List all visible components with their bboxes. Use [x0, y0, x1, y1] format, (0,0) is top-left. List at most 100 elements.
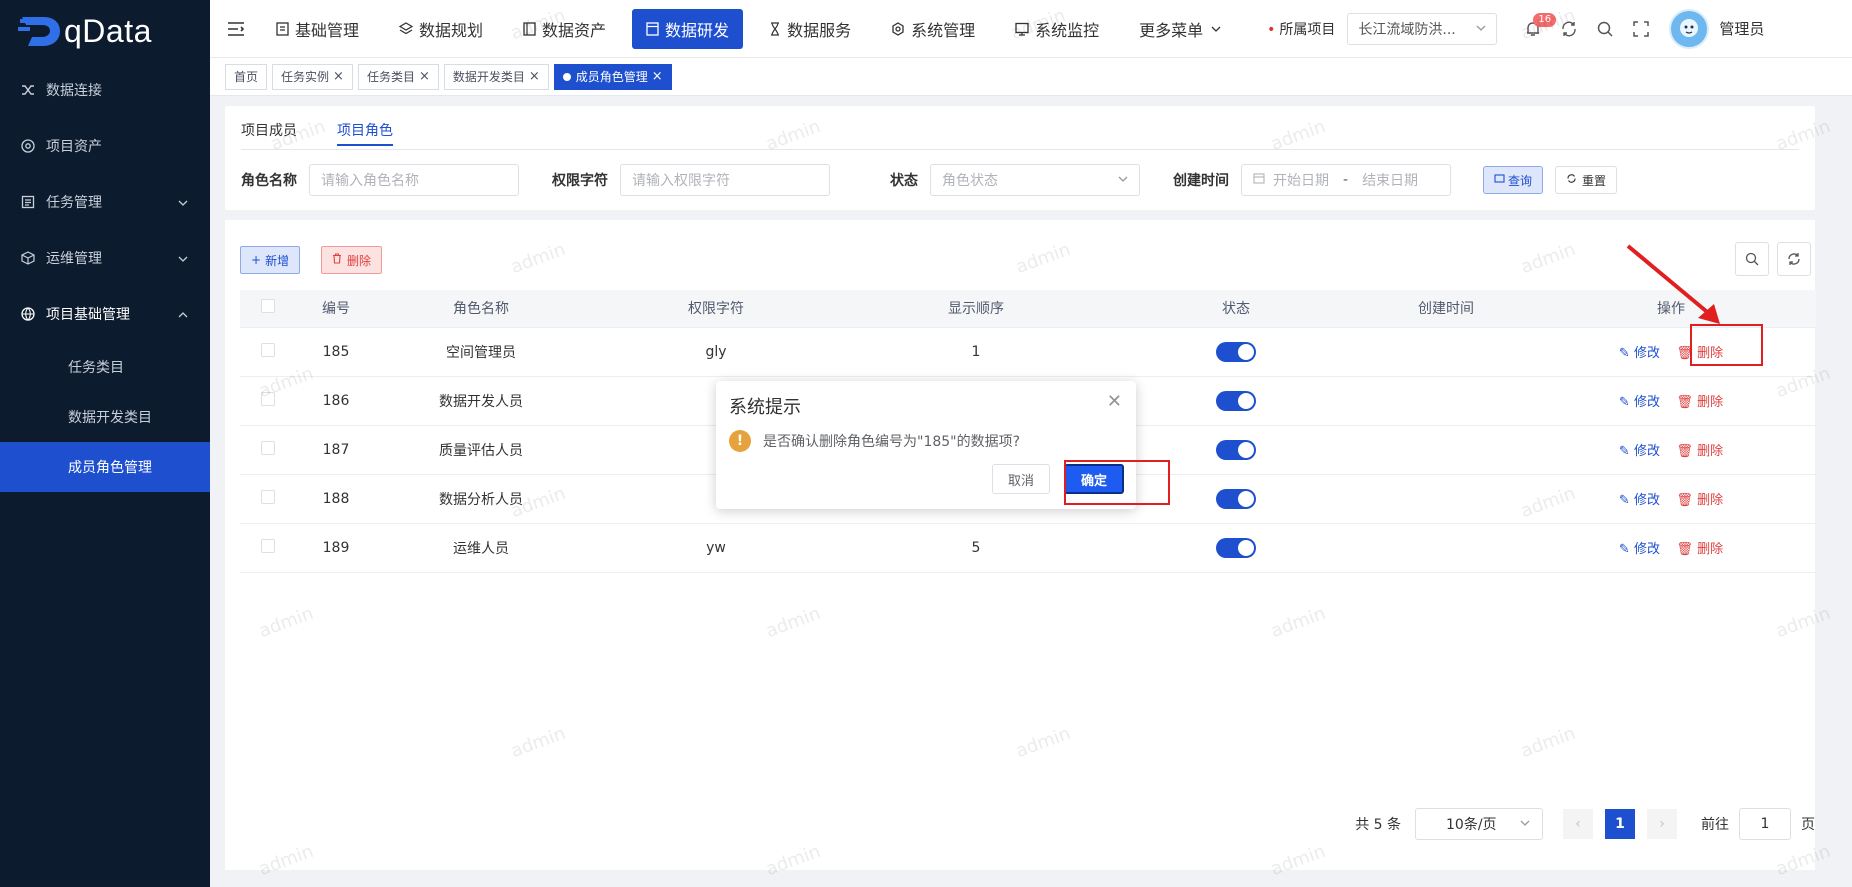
cell-create-time — [1366, 376, 1526, 426]
sidebar-subitem-dev-category[interactable]: 数据开发类目 — [0, 392, 210, 442]
row-checkbox[interactable] — [261, 342, 275, 357]
nav-tab-data-services[interactable]: 数据服务 — [755, 9, 865, 49]
status-switch[interactable] — [1216, 341, 1256, 362]
next-page-button[interactable]: › — [1647, 809, 1677, 839]
page-number-current[interactable]: 1 — [1605, 809, 1635, 839]
perm-label: 权限字符 — [552, 173, 608, 189]
delete-link[interactable]: 🗑 删除 — [1676, 444, 1723, 459]
nav-tab-system-monitor[interactable]: 系统监控 — [1001, 9, 1113, 49]
sidebar-subitem-member-roles[interactable]: 成员角色管理 — [0, 442, 210, 492]
logo[interactable]: qData — [0, 0, 210, 62]
perm-input[interactable]: 请输入权限字符 — [620, 164, 830, 196]
nav-tab-data-assets[interactable]: 数据资产 — [509, 9, 620, 49]
close-icon[interactable]: × — [652, 69, 663, 84]
tab-project-members[interactable]: 项目成员 — [241, 116, 297, 146]
edit-icon: ✎ — [1618, 493, 1630, 508]
delete-link[interactable]: 🗑 删除 — [1676, 542, 1723, 557]
row-checkbox[interactable] — [261, 489, 275, 504]
delete-label: 删除 — [1697, 493, 1724, 508]
goto-page-input[interactable]: 1 — [1739, 808, 1791, 840]
edit-link[interactable]: ✎ 修改 — [1619, 444, 1660, 459]
select-all-checkbox[interactable] — [261, 299, 275, 314]
nav-tab-data-development[interactable]: 数据研发 — [632, 8, 744, 49]
tab-project-roles[interactable]: 项目角色 — [337, 116, 393, 146]
globe-icon — [20, 306, 36, 322]
add-button[interactable]: + 新增 — [240, 246, 301, 274]
trash-icon: 🗑 — [1676, 444, 1693, 459]
delete-button[interactable]: 删除 — [321, 246, 383, 274]
cancel-button[interactable]: 取消 — [992, 464, 1051, 494]
cell-create-time — [1366, 523, 1526, 573]
tag-home[interactable]: 首页 — [225, 63, 268, 90]
edit-link[interactable]: ✎ 修改 — [1619, 395, 1660, 410]
cell-status — [1106, 425, 1366, 475]
confirm-button[interactable]: 确定 — [1064, 464, 1125, 494]
tag-dev-category[interactable]: 数据开发类目 × — [443, 63, 549, 90]
edit-label: 修改 — [1633, 493, 1660, 508]
project-label-text: 所属项目 — [1279, 21, 1336, 38]
close-icon[interactable]: × — [419, 69, 430, 84]
page-size-select[interactable]: 10条/页 — [1415, 808, 1543, 840]
close-icon[interactable]: × — [529, 69, 540, 84]
row-select-cell — [240, 425, 296, 475]
nav-tab-system-management[interactable]: 系统管理 — [877, 9, 989, 49]
reset-button[interactable]: 重置 — [1555, 166, 1618, 194]
calendar-icon — [1253, 172, 1265, 188]
nav-tab-more-menu[interactable]: 更多菜单 — [1125, 9, 1235, 49]
notification-bell[interactable]: 16 — [1515, 11, 1557, 47]
tag-task-instance[interactable]: 任务实例 × — [272, 63, 353, 90]
chevron-up-icon — [178, 308, 188, 324]
sidebar-item-ops-management[interactable]: 运维管理 — [0, 230, 210, 286]
chevron-down-icon — [178, 252, 188, 268]
menu-toggle-icon[interactable] — [210, 0, 262, 58]
project-select[interactable]: 长江流域防洪... — [1347, 12, 1498, 45]
date-range-picker[interactable]: 开始日期 - 结束日期 — [1241, 164, 1451, 196]
refresh-button[interactable] — [1551, 11, 1587, 47]
refresh-icon — [1562, 21, 1577, 36]
nav-tab-label: 数据研发 — [665, 20, 730, 40]
row-select-cell — [240, 327, 296, 377]
status-switch[interactable] — [1216, 488, 1256, 509]
refresh-table-button[interactable] — [1777, 242, 1811, 276]
status-switch[interactable] — [1216, 537, 1256, 558]
query-button[interactable]: 查询 — [1483, 166, 1544, 194]
tag-label: 首页 — [234, 70, 259, 84]
delete-link[interactable]: 🗑 删除 — [1676, 395, 1723, 410]
cell-id: 185 — [296, 327, 376, 377]
edit-link[interactable]: ✎ 修改 — [1619, 493, 1660, 508]
status-switch[interactable] — [1216, 390, 1256, 411]
status-switch[interactable] — [1216, 439, 1256, 460]
sidebar-item-project-basics[interactable]: 项目基础管理 — [0, 286, 210, 342]
search-button[interactable] — [1587, 11, 1623, 47]
pagination: 共 5 条 10条/页 ‹ 1 › 前往 1 页 — [1355, 808, 1815, 840]
cell-id: 189 — [296, 523, 376, 573]
edit-link[interactable]: ✎ 修改 — [1619, 542, 1660, 557]
monitor-icon — [1015, 22, 1029, 36]
cell-create-time — [1366, 474, 1526, 524]
nav-tab-data-planning[interactable]: 数据规划 — [385, 9, 497, 49]
sidebar-item-task-management[interactable]: 任务管理 — [0, 174, 210, 230]
row-checkbox[interactable] — [261, 440, 275, 455]
delete-link[interactable]: 🗑 删除 — [1676, 346, 1723, 361]
table-card: + 新增 删除 编号 角色名称 权限字符 显示顺序 状态 创建时间 操作 185… — [225, 220, 1816, 870]
status-select[interactable]: 角色状态 — [930, 164, 1140, 196]
fullscreen-button[interactable] — [1623, 11, 1659, 47]
nav-tab-basic-management[interactable]: 基础管理 — [262, 9, 373, 49]
row-checkbox[interactable] — [261, 538, 275, 553]
row-checkbox[interactable] — [261, 391, 275, 406]
toggle-search-button[interactable] — [1735, 242, 1769, 276]
sidebar-subitem-task-category[interactable]: 任务类目 — [0, 342, 210, 392]
role-name-input[interactable]: 请输入角色名称 — [309, 164, 519, 196]
tag-task-category[interactable]: 任务类目 × — [357, 63, 439, 90]
avatar[interactable] — [1669, 8, 1710, 49]
sidebar-item-data-connection[interactable]: 数据连接 — [0, 62, 210, 118]
username[interactable]: 管理员 — [1719, 18, 1764, 39]
col-role-name: 角色名称 — [376, 290, 586, 328]
prev-page-button[interactable]: ‹ — [1563, 809, 1593, 839]
close-icon[interactable]: × — [333, 69, 344, 84]
edit-link[interactable]: ✎ 修改 — [1619, 346, 1660, 361]
sidebar-item-project-assets[interactable]: 项目资产 — [0, 118, 210, 174]
tag-member-roles[interactable]: 成员角色管理 × — [553, 63, 672, 90]
delete-link[interactable]: 🗑 删除 — [1676, 493, 1723, 508]
close-icon[interactable]: ✕ — [1107, 391, 1122, 412]
